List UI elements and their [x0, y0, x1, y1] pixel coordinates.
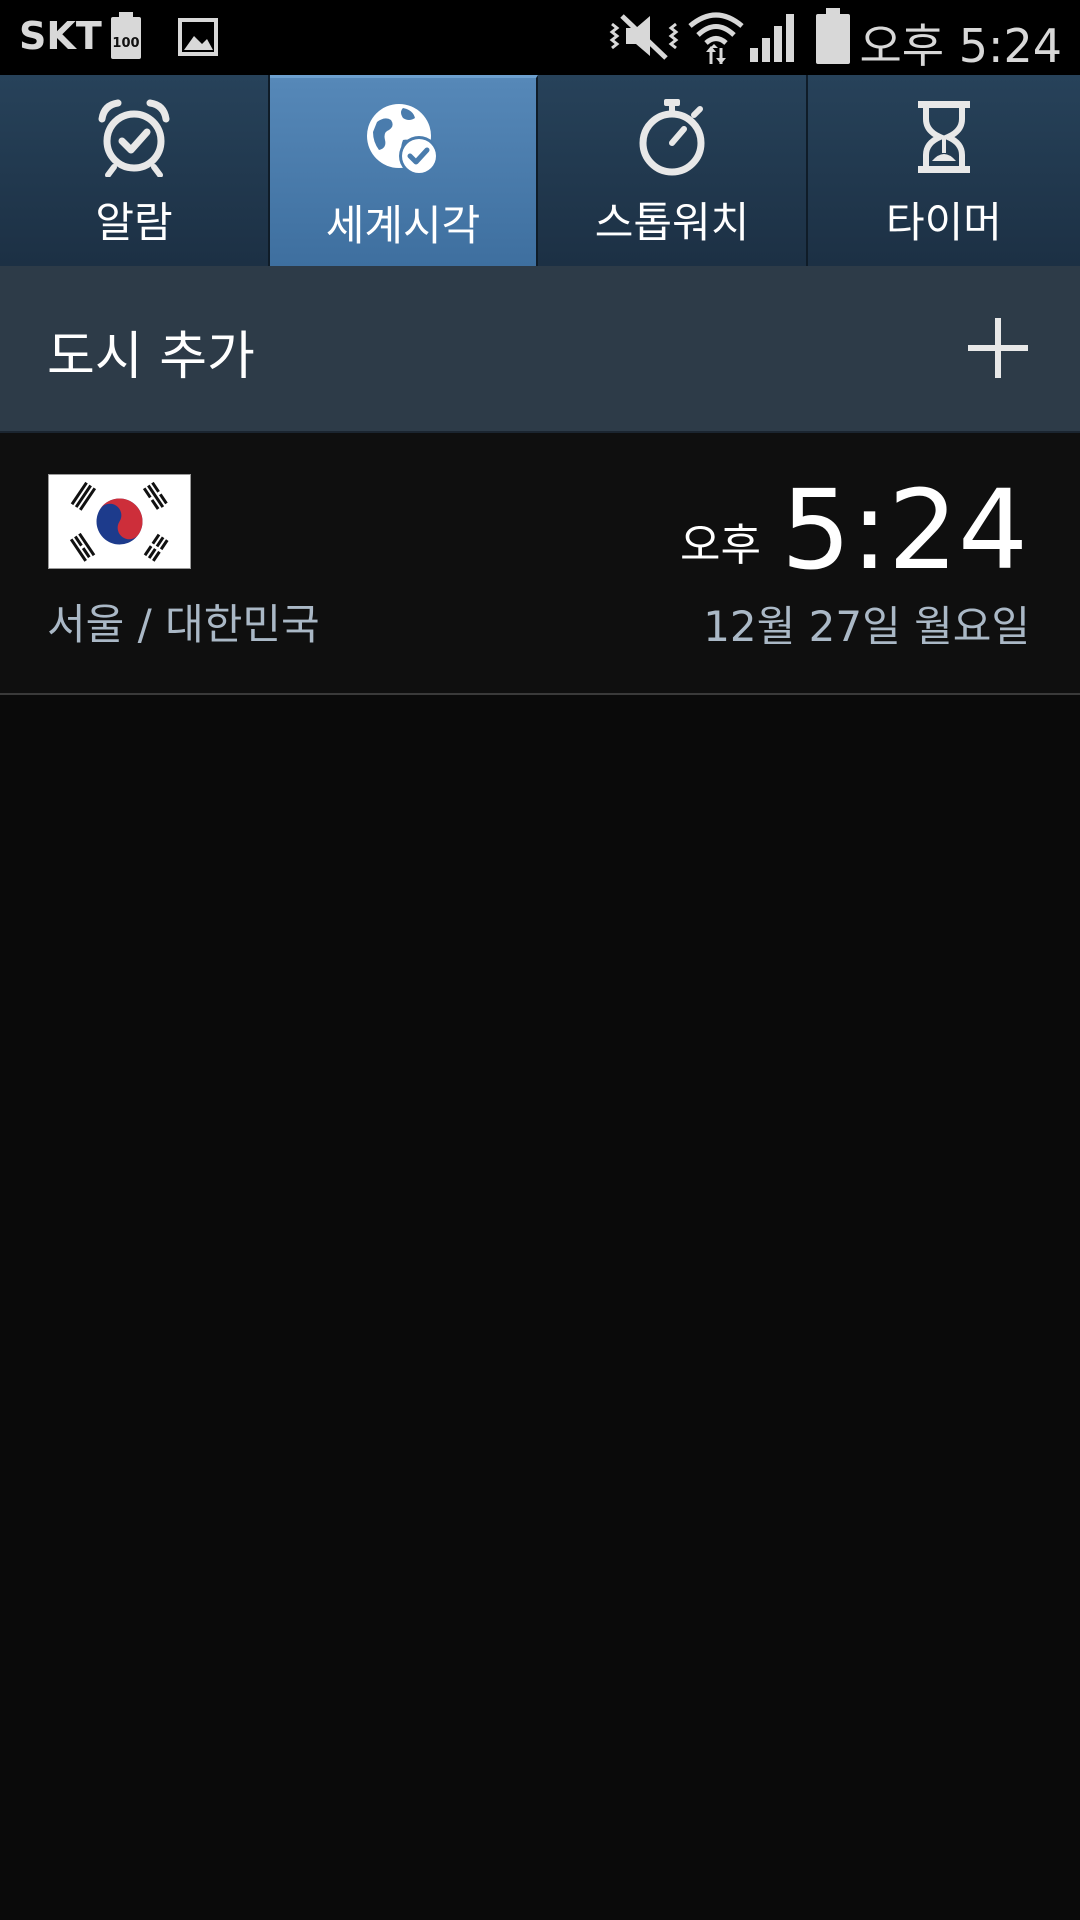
battery-100-icon: 100: [111, 12, 141, 59]
tab-alarm[interactable]: 알람: [0, 75, 270, 266]
south-korea-flag: [48, 474, 191, 569]
city-ampm: 오후: [680, 520, 761, 571]
carrier-label: SKT: [19, 14, 102, 58]
alarm-clock-icon: [98, 99, 170, 177]
signal-icon: [750, 14, 794, 62]
city-clock-time: 5:24: [780, 466, 1028, 594]
empty-list-area: [0, 695, 1080, 1920]
city-name: 서울 / 대한민국: [47, 600, 320, 649]
status-clock: 오후 5:24: [859, 19, 1062, 73]
tab-world-clock[interactable]: 세계시각: [270, 75, 538, 266]
tab-timer[interactable]: 타이머: [808, 75, 1080, 266]
battery-icon: [816, 8, 850, 64]
city-date: 12월 27일 월요일: [703, 602, 1030, 651]
tab-label: 알람: [95, 198, 173, 247]
add-city-label: 도시 추가: [47, 327, 255, 387]
tab-label: 세계시각: [325, 201, 481, 250]
world-clock-icon: [367, 104, 439, 176]
plus-icon[interactable]: [968, 318, 1028, 378]
gallery-image-icon: [178, 18, 218, 56]
wifi-icon: [688, 12, 744, 64]
vibrate-mute-icon: [609, 14, 679, 60]
tab-bar: 알람 세계시각 스톱워치 타이머: [0, 75, 1080, 266]
hourglass-icon: [918, 101, 970, 173]
battery-badge-text: 100: [112, 36, 139, 51]
city-list-item[interactable]: 서울 / 대한민국 오후 5:24 12월 27일 월요일: [0, 433, 1080, 695]
city-time: 오후 5:24: [680, 475, 1028, 585]
add-city-row[interactable]: 도시 추가: [0, 266, 1080, 433]
tab-stopwatch[interactable]: 스톱워치: [538, 75, 808, 266]
stopwatch-icon: [639, 99, 705, 176]
status-bar: SKT 100 오후 5:24: [0, 0, 1080, 75]
tab-label: 스톱워치: [594, 198, 750, 247]
tab-label: 타이머: [886, 198, 1002, 247]
